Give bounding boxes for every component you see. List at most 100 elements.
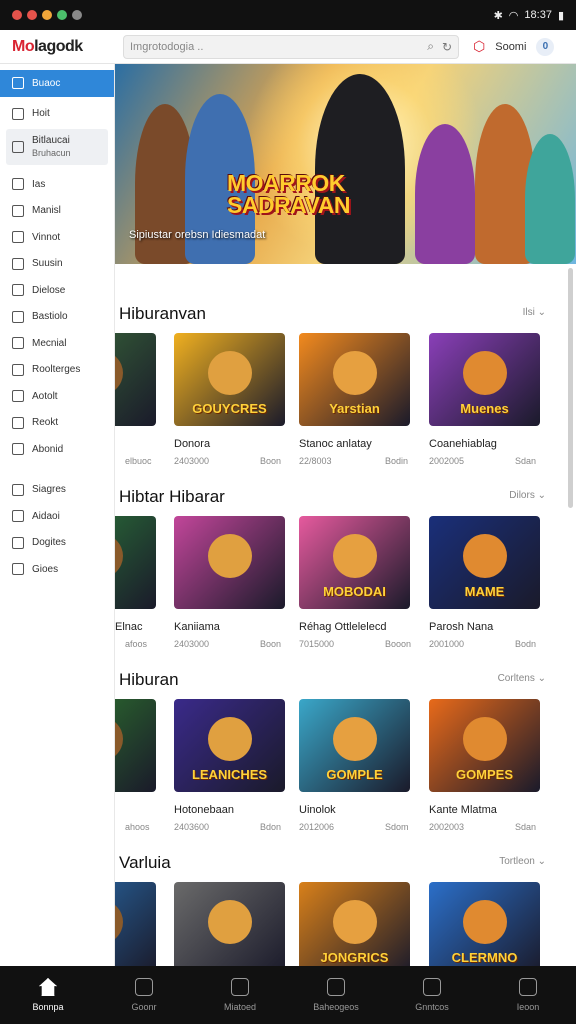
bottom-nav-item[interactable]: Goonr xyxy=(104,978,184,1012)
section-more-label: Dilors xyxy=(509,490,535,501)
sidebar-item[interactable]: Abonid xyxy=(0,436,114,463)
game-art-title: MOBODAI xyxy=(323,584,386,599)
game-tile[interactable] xyxy=(115,333,156,426)
game-tile[interactable] xyxy=(115,699,156,792)
sidebar-item[interactable]: Dielose xyxy=(0,277,114,304)
sidebar-item[interactable]: Gioes xyxy=(0,556,114,583)
sidebar-item-label: Ias xyxy=(32,178,46,190)
hero-banner[interactable]: MOARROK SADRAVAN Sipiustar orebsn Idiesm… xyxy=(115,64,576,264)
bottom-nav-item[interactable]: Gnntcos xyxy=(392,978,472,1012)
clock: 18:37 xyxy=(524,9,552,21)
sidebar-item-icon xyxy=(12,390,24,403)
game-tile[interactable] xyxy=(174,516,285,609)
sidebar-item[interactable]: Dogites xyxy=(0,530,114,557)
account-label[interactable]: Soomi xyxy=(495,41,526,53)
game-tile[interactable] xyxy=(115,882,156,966)
bottom-nav-item[interactable]: Bonnpa xyxy=(8,978,88,1012)
sidebar-item-label: Aidaoi xyxy=(32,510,60,522)
game-tile[interactable]: GOMPES xyxy=(429,699,540,792)
chevron-down-icon: ⌄ xyxy=(534,490,546,501)
game-art xyxy=(333,717,377,761)
section-more-link[interactable]: Tortleon ⌄ xyxy=(499,856,546,867)
section-more-link[interactable]: Dilors ⌄ xyxy=(509,490,546,501)
bottom-nav-label: Bonnpa xyxy=(32,1002,64,1012)
sidebar-item-icon xyxy=(12,141,24,153)
dot-green-icon xyxy=(57,10,67,20)
game-art xyxy=(208,351,252,395)
game-art-title: GOUYCRES xyxy=(192,401,267,416)
sidebar-item[interactable]: Aidaoi xyxy=(0,503,114,530)
chevron-down-icon: ⌄ xyxy=(534,673,546,684)
sidebar-item[interactable]: Roolterges xyxy=(0,357,114,384)
game-tile[interactable]: LEANICHES xyxy=(174,699,285,792)
game-art xyxy=(115,900,123,944)
section-more-label: Corltens xyxy=(497,673,535,684)
game-tile[interactable]: MOBODAI xyxy=(299,516,410,609)
game-tile[interactable]: JONGRICS xyxy=(299,882,410,966)
game-tile[interactable]: GOMPLE xyxy=(299,699,410,792)
sidebar-item-label: Mecnial xyxy=(32,337,67,349)
section-more-link[interactable]: Ilsi ⌄ xyxy=(523,307,546,318)
dot-red-icon xyxy=(12,10,22,20)
sidebar-item-label: Bastiolo xyxy=(32,311,68,323)
game-section: Hibtar Hibarar Dilors ⌄ Elnac afoos Kaniiama… xyxy=(115,447,576,649)
search-icon[interactable]: ⌕ xyxy=(427,39,434,54)
sidebar-item[interactable]: Hoit xyxy=(0,101,114,128)
section-more-link[interactable]: Corltens ⌄ xyxy=(498,673,546,684)
game-tile[interactable]: Yarstian xyxy=(299,333,410,426)
game-tile[interactable] xyxy=(174,882,285,966)
sidebar-item[interactable]: Buaoc xyxy=(0,70,114,97)
game-tile[interactable]: MAME xyxy=(429,516,540,609)
nav-icon xyxy=(135,978,153,996)
notification-badge[interactable]: 0 xyxy=(536,37,555,56)
refresh-icon[interactable]: ↻ xyxy=(442,40,452,54)
sidebar-item[interactable]: Bitlaucai Bruhacun xyxy=(6,129,108,165)
bottom-nav-item[interactable]: Miatoed xyxy=(200,978,280,1012)
hero-character xyxy=(415,124,475,264)
game-art-title: CLERMNO xyxy=(451,950,518,965)
sidebar-item[interactable]: Suusin xyxy=(0,251,114,278)
game-tile[interactable] xyxy=(115,516,156,609)
sidebar-item[interactable]: Aotolt xyxy=(0,383,114,410)
game-art xyxy=(115,534,123,578)
sidebar-item[interactable]: Manisl xyxy=(0,198,114,225)
sidebar-item-icon xyxy=(12,443,24,456)
sidebar-item[interactable]: Mecnial xyxy=(0,330,114,357)
app-logo[interactable]: Molagodk xyxy=(0,38,115,56)
bottom-nav-label: Miatoed xyxy=(223,1002,257,1012)
game-tile[interactable]: GOUYCRES xyxy=(174,333,285,426)
system-tray: ✱ ◠ 18:37 ▮ xyxy=(494,9,564,22)
sidebar-item-label: Dogites xyxy=(32,537,66,549)
section-title: Hiburan xyxy=(119,670,179,689)
game-art xyxy=(115,717,123,761)
sidebar-item[interactable]: Reokt xyxy=(0,410,114,437)
bottom-nav-item[interactable]: Ieoon xyxy=(488,978,568,1012)
nav-icon xyxy=(423,978,441,996)
sidebar-item[interactable]: Ias xyxy=(0,171,114,198)
main-content: MOARROK SADRAVAN Sipiustar orebsn Idiesm… xyxy=(115,64,576,966)
bluetooth-icon: ✱ xyxy=(493,9,503,22)
sidebar-item-icon xyxy=(12,510,24,523)
bottom-nav-item[interactable]: Baheogeos xyxy=(296,978,376,1012)
game-art-title: Yarstian xyxy=(329,401,380,416)
game-art xyxy=(115,351,123,395)
bottom-nav-label: Baheogeos xyxy=(313,1002,359,1012)
sidebar-item[interactable]: Bastiolo xyxy=(0,304,114,331)
bottom-nav: Bonnpa Goonr Miatoed Baheogeos Gnntcos Ieoon xyxy=(0,966,576,1024)
game-tile[interactable]: CLERMNO xyxy=(429,882,540,966)
nav-icon xyxy=(519,978,537,996)
game-tile[interactable]: Muenes xyxy=(429,333,540,426)
sidebar-item[interactable]: Siagres xyxy=(0,477,114,504)
sidebar-item-icon xyxy=(12,363,24,376)
shield-icon[interactable]: ⬡ xyxy=(473,38,485,55)
search-input[interactable]: Imgrotodogia .. ⌕ ↻ xyxy=(123,34,459,59)
section-title: Hiburanvan xyxy=(119,304,206,323)
sidebar-item-label: Vinnot xyxy=(32,231,61,243)
sidebar-item-icon xyxy=(12,178,24,191)
game-art xyxy=(333,900,377,944)
game-section: Varluia Tortleon ⌄ JONGRICS CLERMNO xyxy=(115,813,576,966)
game-art xyxy=(208,900,252,944)
game-art-title: GOMPES xyxy=(455,767,514,782)
sidebar-item[interactable]: Vinnot xyxy=(0,224,114,251)
sidebar-item-icon xyxy=(12,204,24,217)
